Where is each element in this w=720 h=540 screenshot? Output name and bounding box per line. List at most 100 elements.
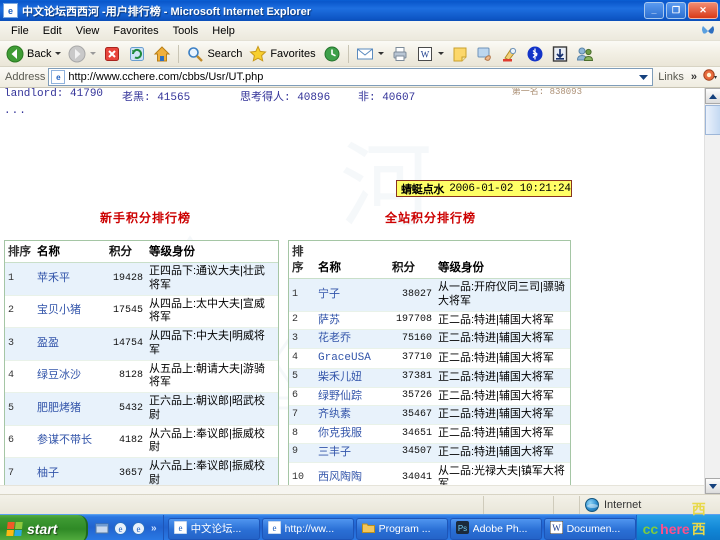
user-profile-link[interactable]: 盈盈 xyxy=(37,337,59,349)
user-profile-link[interactable]: 绿豆冰沙 xyxy=(37,369,81,381)
cell-name[interactable]: 苹禾平 xyxy=(34,262,106,296)
newbie-ranking-table: 排序 名称 积分 等级身份 1 苹禾平 19428 正四品下:通议大夫|壮武将军 2 宝贝… xyxy=(5,241,278,494)
user-profile-link[interactable]: 你克我服 xyxy=(318,427,362,439)
page-vertical-scrollbar[interactable] xyxy=(704,88,720,494)
quicklaunch-chevron-icon[interactable]: » xyxy=(151,523,157,534)
edit-in-word-button[interactable]: W xyxy=(413,43,447,65)
print-button[interactable] xyxy=(388,43,412,65)
user-profile-link[interactable]: GraceUSA xyxy=(318,352,371,364)
close-button[interactable]: ✕ xyxy=(688,2,718,19)
scroll-thumb[interactable] xyxy=(705,105,720,135)
back-dropdown-icon[interactable] xyxy=(55,52,62,55)
show-desktop-icon[interactable] xyxy=(95,521,110,536)
user-profile-link[interactable]: 三丰子 xyxy=(318,446,351,458)
download-button[interactable] xyxy=(548,43,572,65)
cell-name[interactable]: 宝贝小猪 xyxy=(34,295,106,328)
cell-name[interactable]: 三丰子 xyxy=(315,443,389,463)
cell-name[interactable]: 绿野仙踪 xyxy=(315,387,389,407)
taskbar-button[interactable]: e 中文论坛... xyxy=(167,517,260,540)
forward-button[interactable] xyxy=(65,43,99,65)
cell-points: 19428 xyxy=(106,262,146,296)
mail-dropdown-icon[interactable] xyxy=(377,52,384,55)
address-dropdown-icon[interactable] xyxy=(635,69,651,85)
back-button[interactable]: Back xyxy=(3,43,64,65)
cell-name[interactable]: 盈盈 xyxy=(34,327,106,361)
ie-launch-icon[interactable]: e xyxy=(113,521,128,536)
people-button[interactable] xyxy=(573,43,597,65)
cell-name[interactable]: 齐纨素 xyxy=(315,405,389,425)
cell-name[interactable]: 柴禾儿妞 xyxy=(315,368,389,388)
user-profile-link[interactable]: 西风陶陶 xyxy=(318,471,362,483)
taskbar-button[interactable]: Ps Adobe Ph... xyxy=(449,517,542,540)
menu-item-edit[interactable]: Edit xyxy=(36,23,69,39)
notes-button[interactable] xyxy=(448,43,472,65)
cell-name[interactable]: 参谋不带长 xyxy=(34,425,106,458)
user-profile-link[interactable]: 萨苏 xyxy=(318,314,340,326)
menu-item-tools[interactable]: Tools xyxy=(166,23,206,39)
scroll-up-button[interactable] xyxy=(705,88,720,104)
menu-item-file[interactable]: File xyxy=(4,23,36,39)
home-button[interactable] xyxy=(150,43,174,65)
scroll-down-button[interactable] xyxy=(705,478,720,494)
mail-icon xyxy=(356,48,373,59)
user-profile-link[interactable]: 宝贝小猪 xyxy=(37,304,81,316)
cell-name[interactable]: 肥肥烤猪 xyxy=(34,392,106,426)
user-profile-link[interactable]: 花老乔 xyxy=(318,332,351,344)
links-label[interactable]: Links xyxy=(656,71,686,83)
ie-icon: e xyxy=(3,3,18,18)
msn-butterfly-icon xyxy=(702,26,714,34)
svg-text:e: e xyxy=(137,524,141,534)
user-profile-link[interactable]: 参谋不带长 xyxy=(37,434,92,446)
bluetooth-button[interactable] xyxy=(523,43,547,65)
links-chevron-icon[interactable]: » xyxy=(689,71,699,83)
hand-tool-button[interactable] xyxy=(473,43,497,65)
user-profile-link[interactable]: 柚子 xyxy=(37,467,59,479)
refresh-button[interactable] xyxy=(125,43,149,65)
latest-post-box[interactable]: 蜻蜓点水 2006-01-02 10:21:24 xyxy=(396,180,572,197)
cell-name[interactable]: 你克我服 xyxy=(315,424,389,444)
start-button[interactable]: start xyxy=(0,514,88,540)
globe-icon xyxy=(585,497,599,512)
edit-word-dropdown-icon[interactable] xyxy=(437,52,444,55)
user-profile-link[interactable]: 柴禾儿妞 xyxy=(318,371,362,383)
taskbar-button[interactable]: e http://ww... xyxy=(261,517,354,540)
user-profile-link[interactable]: 宁子 xyxy=(318,288,340,300)
search-button[interactable]: Search xyxy=(183,43,245,65)
menu-item-view[interactable]: View xyxy=(69,23,107,39)
user-profile-link[interactable]: 齐纨素 xyxy=(318,408,351,420)
menu-item-favorites[interactable]: Favorites xyxy=(106,23,165,39)
cell-level: 正四品下:通议大夫|壮武将军 xyxy=(146,262,278,296)
address-url-text: http://www.cchere.com/cbbs/Usr/UT.php xyxy=(68,71,264,83)
user-profile-link[interactable]: 绿野仙踪 xyxy=(318,390,362,402)
windows-flag-icon xyxy=(6,521,23,536)
taskbar-button[interactable]: W Documen... xyxy=(543,517,636,540)
cell-rank: 6 xyxy=(289,387,315,407)
cell-rank: 1 xyxy=(289,278,315,312)
user-profile-link[interactable]: 肥肥烤猪 xyxy=(37,402,81,414)
cell-name[interactable]: 花老乔 xyxy=(315,329,389,349)
forward-dropdown-icon[interactable] xyxy=(90,52,97,55)
history-button[interactable] xyxy=(320,43,344,65)
cell-level: 正二品:特进|辅国大将军 xyxy=(435,387,570,407)
cell-name[interactable]: 宁子 xyxy=(315,278,389,312)
maximize-button[interactable]: ❐ xyxy=(666,2,686,19)
cell-name[interactable]: 萨苏 xyxy=(315,311,389,331)
menu-item-help[interactable]: Help xyxy=(205,23,242,39)
highlighter-button[interactable] xyxy=(498,43,522,65)
cell-name[interactable]: 绿豆冰沙 xyxy=(34,360,106,393)
favorites-button[interactable]: Favorites xyxy=(246,43,318,65)
mail-button[interactable] xyxy=(353,43,387,65)
minimize-button[interactable]: _ xyxy=(644,2,664,19)
back-label: Back xyxy=(27,47,52,60)
cell-level: 正二品:特进|辅国大将军 xyxy=(435,311,570,331)
address-input[interactable]: e http://www.cchere.com/cbbs/Usr/UT.php xyxy=(48,68,654,86)
taskbar-button[interactable]: Program ... xyxy=(355,517,448,540)
svg-text:W: W xyxy=(420,49,429,59)
cell-name[interactable]: GraceUSA xyxy=(315,348,389,369)
user-profile-link[interactable]: 苹禾平 xyxy=(37,272,70,284)
tray-extra-icon[interactable] xyxy=(702,67,718,88)
stop-button[interactable] xyxy=(100,43,124,65)
page-horizontal-scrollbar[interactable] xyxy=(0,485,704,494)
ie-launch-icon-2[interactable]: e xyxy=(131,521,146,536)
favorites-label: Favorites xyxy=(270,47,316,60)
